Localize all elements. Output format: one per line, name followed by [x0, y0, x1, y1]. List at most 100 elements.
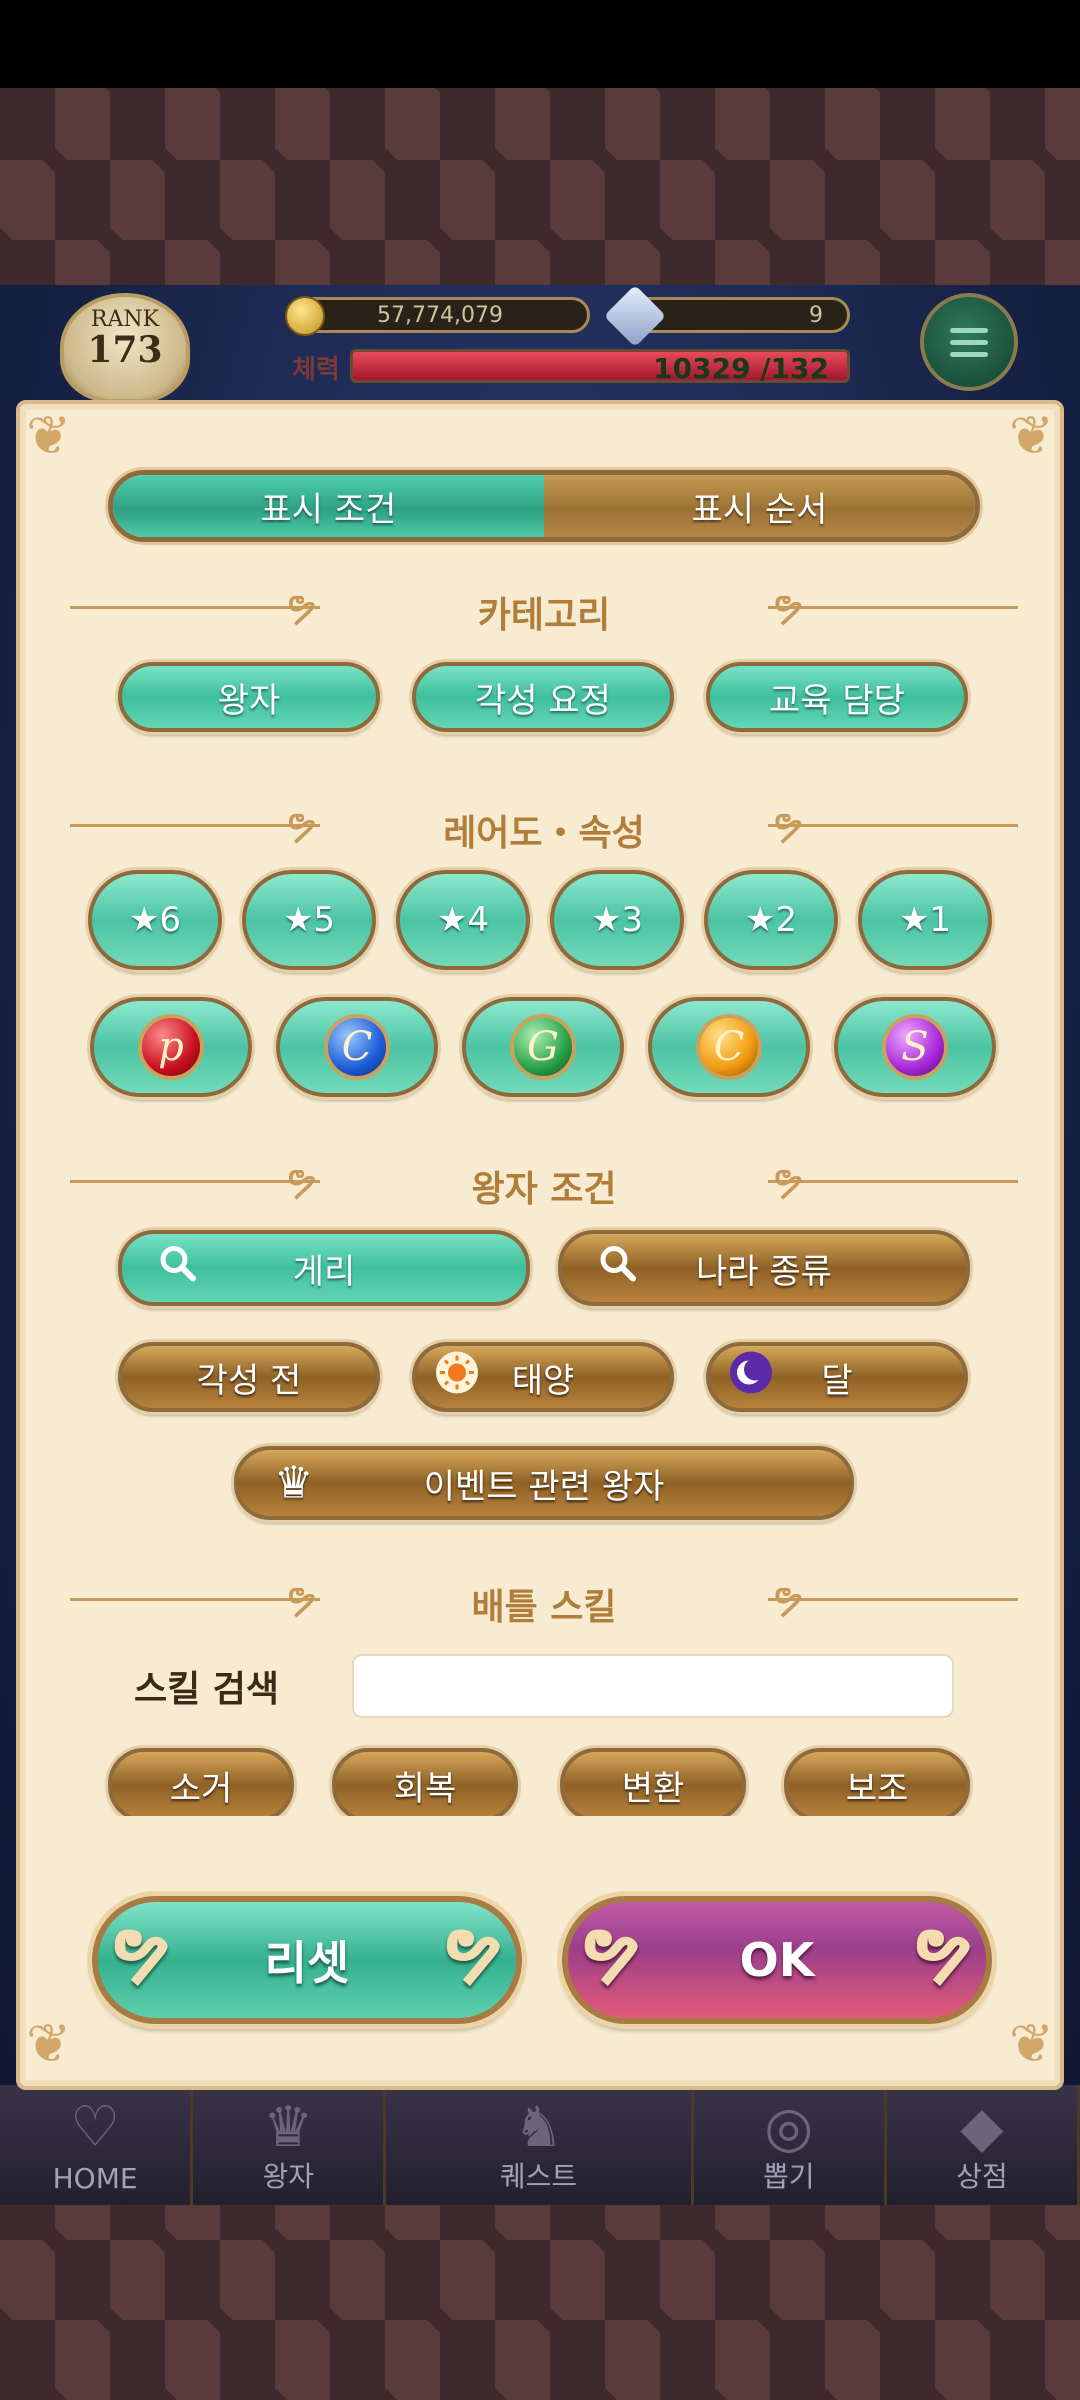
gold-counter[interactable]: 57,774,079 [285, 296, 590, 336]
section-header-battle-skill: ຯ 배틀 스킬 ຯ [70, 1574, 1018, 1628]
moon-button[interactable]: 달 [706, 1342, 968, 1412]
sexy-attribute-icon: S [882, 1014, 948, 1080]
gem-value: 9 [809, 302, 823, 328]
moon-label: 달 [821, 1360, 853, 1401]
swirl-ornament-icon: ຯ [444, 1912, 502, 1985]
divider [768, 1598, 1018, 1601]
swirl-ornament-icon: ຯ [582, 1912, 640, 1985]
nav-home-label: HOME [52, 2162, 138, 2195]
skill-search-input[interactable] [352, 1654, 954, 1718]
crown-icon: ♛ [274, 1457, 314, 1509]
tab-switcher: 표시 조건 표시 순서 [108, 470, 980, 542]
search-icon [598, 1244, 638, 1293]
quest-icon: ♞ [513, 2095, 564, 2160]
skill-erase-button[interactable]: 소거 [108, 1748, 294, 1816]
section-header-rarity: ຯ 레어도・속성 ຯ [70, 800, 1018, 854]
section-title: 왕자 조건 [471, 1169, 617, 1210]
nav-prince-label: 왕자 [262, 2160, 315, 2193]
attribute-sexy-button[interactable]: S [834, 997, 996, 1097]
stamina-label: 체력 [292, 355, 340, 385]
search-icon [158, 1244, 198, 1293]
country-search-button[interactable]: 나라 종류 [558, 1230, 970, 1306]
tab-display-condition[interactable]: 표시 조건 [113, 475, 544, 537]
skill-heal-button[interactable]: 회복 [332, 1748, 518, 1816]
ring-icon: ◎ [764, 2095, 814, 2160]
rarity-5-button[interactable]: ★5 [242, 870, 376, 970]
ok-label: OK [739, 1933, 815, 1987]
menu-icon [950, 327, 988, 333]
crown-icon: ♛ [263, 2095, 314, 2160]
section-header-prince-condition: ຯ 왕자 조건 ຯ [70, 1156, 1018, 1210]
reset-label: 리셋 [264, 1936, 350, 1990]
nav-quest-label: 퀘스트 [499, 2160, 578, 2193]
attribute-passion-button[interactable]: p [90, 997, 252, 1097]
gem-counter[interactable]: 9 [603, 284, 850, 348]
skill-search-label: 스킬 검색 [134, 1669, 280, 1710]
nav-quest[interactable]: ♞ 퀘스트 [386, 2085, 694, 2205]
section-title: 배틀 스킬 [471, 1587, 617, 1628]
nav-prince[interactable]: ♛ 왕자 [193, 2085, 387, 2205]
skill-convert-button[interactable]: 변환 [560, 1748, 746, 1816]
skill-support-button[interactable]: 보조 [784, 1748, 970, 1816]
top-hud: RANK 173 57,774,079 9 체력 10329 /132 [0, 284, 1080, 405]
rarity-4-button[interactable]: ★4 [396, 870, 530, 970]
sun-icon [434, 1350, 480, 1405]
nav-gacha-label: 뽑기 [762, 2160, 815, 2193]
section-title: 레어도・속성 [443, 813, 645, 854]
skill-type-row: 소거 회복 변환 보조 [16, 1744, 1064, 1816]
pre-awaken-button[interactable]: 각성 전 [118, 1342, 380, 1412]
gold-value: 57,774,079 [377, 302, 503, 328]
rank-value: 173 [87, 329, 163, 371]
corner-ornament: ❦ [26, 2012, 72, 2075]
nav-shop-label: 상점 [956, 2160, 1008, 2193]
event-prince-label: 이벤트 관련 왕자 [423, 1466, 665, 1507]
cool-attribute-icon: C [324, 1014, 390, 1080]
moon-icon [728, 1350, 774, 1405]
divider [768, 606, 1018, 609]
event-prince-button[interactable]: ♛ 이벤트 관련 왕자 [234, 1446, 854, 1520]
nav-gacha[interactable]: ◎ 뽑기 [693, 2085, 887, 2205]
nav-shop[interactable]: ◆ 상점 [886, 2085, 1080, 2205]
category-prince-button[interactable]: 왕자 [118, 662, 380, 732]
section-title: 카테고리 [477, 595, 611, 636]
series-search-button[interactable]: 게리 [118, 1230, 530, 1306]
divider [768, 1180, 1018, 1183]
rarity-6-button[interactable]: ★6 [88, 870, 222, 970]
sun-label: 태양 [511, 1360, 575, 1401]
swirl-ornament-icon: ຯ [914, 1912, 972, 1985]
category-educator-button[interactable]: 교육 담당 [706, 662, 968, 732]
corner-ornament: ❦ [1008, 404, 1054, 467]
attribute-cool-button[interactable]: C [276, 997, 438, 1097]
corner-ornament: ❦ [26, 404, 72, 467]
status-bar [0, 0, 1080, 88]
sun-button[interactable]: 태양 [412, 1342, 674, 1412]
category-fairy-button[interactable]: 각성 요정 [412, 662, 674, 732]
swirl-ornament-icon: ຯ [112, 1912, 170, 1985]
attribute-gentle-button[interactable]: G [462, 997, 624, 1097]
heart-icon: ♡ [69, 2095, 121, 2160]
rarity-1-button[interactable]: ★1 [858, 870, 992, 970]
tab-display-order[interactable]: 표시 순서 [544, 475, 975, 537]
coin-icon [285, 296, 325, 336]
corner-ornament: ❦ [1008, 2012, 1054, 2075]
stamina-value: 10329 /132 [653, 352, 829, 385]
gem-icon [603, 284, 667, 348]
cute-attribute-icon: C [696, 1014, 762, 1080]
rarity-3-button[interactable]: ★3 [550, 870, 684, 970]
rarity-2-button[interactable]: ★2 [704, 870, 838, 970]
menu-button[interactable] [920, 293, 1018, 391]
country-search-label: 나라 종류 [696, 1251, 832, 1292]
ok-button[interactable]: ຯ OK ຯ [562, 1896, 992, 2024]
gentle-attribute-icon: G [510, 1014, 576, 1080]
filter-dialog: ❦ ❦ ❦ ❦ 표시 조건 표시 순서 ຯ 카테고리 ຯ 왕자 각성 요정 교육… [16, 400, 1064, 2090]
section-header-category: ຯ 카테고리 ຯ [70, 582, 1018, 636]
nav-home[interactable]: ♡ HOME [0, 2085, 194, 2205]
divider [768, 824, 1018, 827]
series-search-label: 게리 [292, 1251, 356, 1292]
bottom-nav: ♡ HOME ♛ 왕자 ♞ 퀘스트 ◎ 뽑기 ◆ 상점 [0, 2085, 1080, 2205]
shop-icon: ◆ [960, 2095, 1004, 2160]
rank-badge: RANK 173 [60, 293, 190, 403]
reset-button[interactable]: ຯ 리셋 ຯ [92, 1896, 522, 2024]
attribute-cute-button[interactable]: C [648, 997, 810, 1097]
stamina-bar: 10329 /132 [350, 349, 850, 385]
